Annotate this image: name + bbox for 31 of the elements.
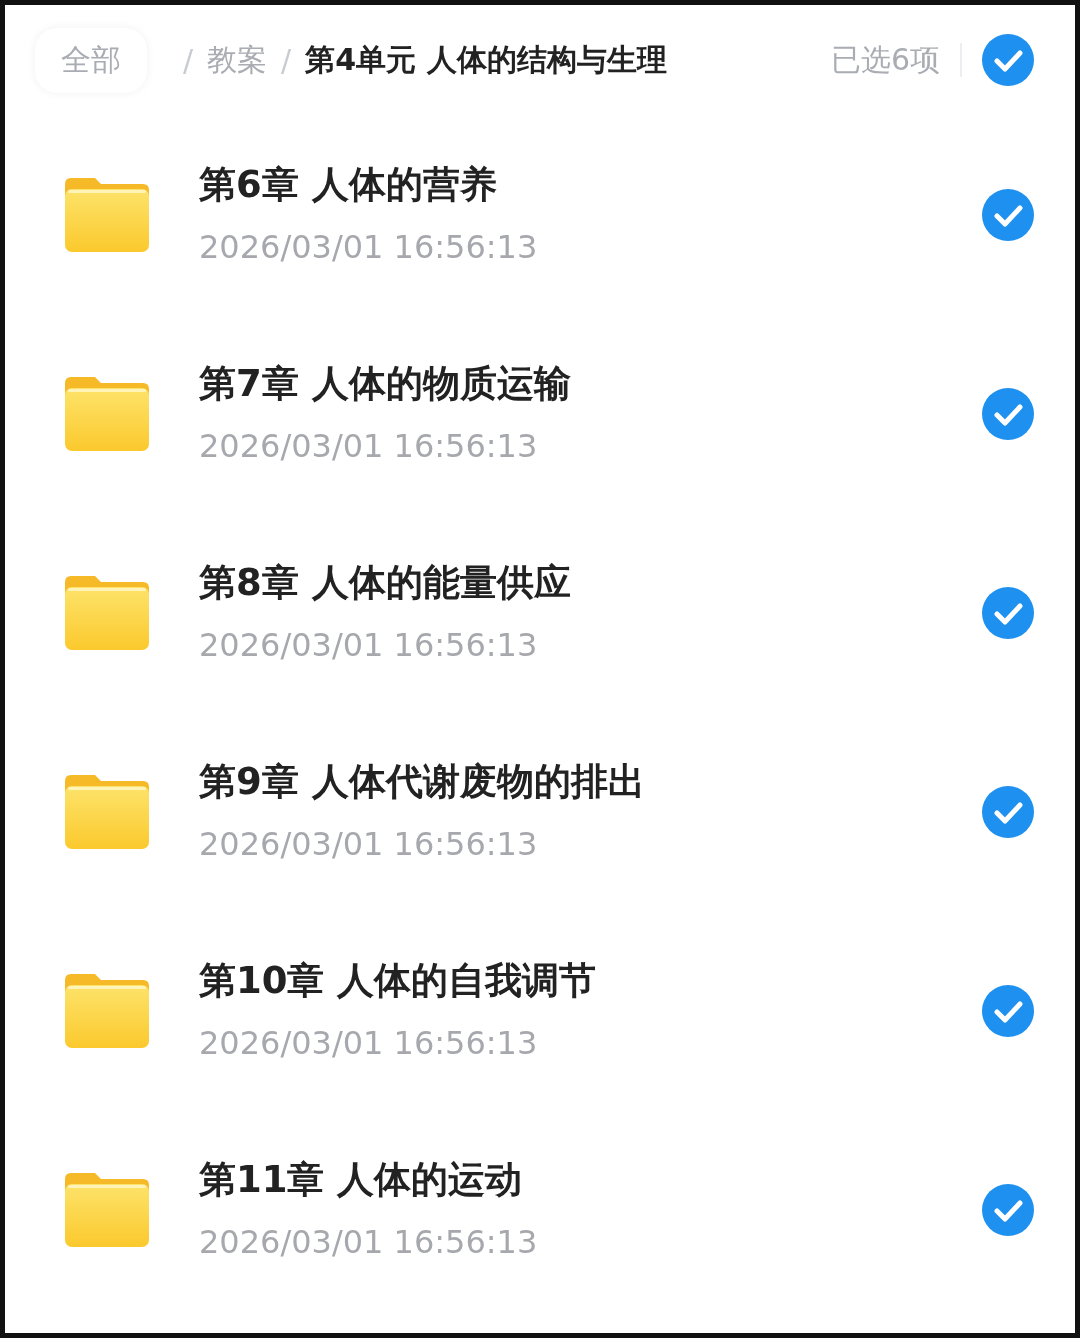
breadcrumb-root-link[interactable]: 全部 [35,27,147,93]
select-all-checkbox[interactable] [982,34,1034,86]
current-folder-title: 第4单元 人体的结构与生理 [305,40,667,79]
folder-icon [65,1172,149,1247]
modified-date: 2026/03/01 16:56:13 [199,626,539,664]
row-checkbox[interactable] [982,188,1034,241]
modified-date: 2026/03/01 16:56:13 [199,228,539,266]
modified-date: 2026/03/01 16:56:13 [199,1223,539,1261]
folder-name: 第10章 人体的自我调节 [199,958,598,1004]
modified-date: 2026/03/01 16:56:13 [199,825,539,863]
row-checkbox[interactable] [982,586,1034,639]
modified-date: 2026/03/01 16:56:13 [199,427,539,465]
folder-name: 第8章 人体的能量供应 [199,560,572,606]
row-checkbox[interactable] [982,785,1034,838]
breadcrumb-separator: / [183,42,194,78]
folder-name: 第11章 人体的运动 [199,1157,524,1203]
selected-count: 已选6项 [830,40,940,79]
breadcrumb-separator: / [281,42,292,78]
row-checkbox[interactable] [982,387,1034,440]
folder-icon [65,774,149,849]
folder-name: 第7章 人体的物质运输 [199,361,572,407]
folder-icon [65,973,149,1048]
breadcrumb-link[interactable]: 教案 [207,39,268,81]
row-checkbox[interactable] [982,1183,1034,1236]
row-checkbox[interactable] [982,984,1034,1037]
folder-icon [65,177,149,252]
folder-icon [65,376,149,451]
folder-name: 第9章 人体代谢废物的排出 [199,759,646,805]
modified-date: 2026/03/01 16:56:13 [199,1024,539,1062]
folder-name: 第6章 人体的营养 [199,162,498,208]
folder-icon [65,575,149,650]
